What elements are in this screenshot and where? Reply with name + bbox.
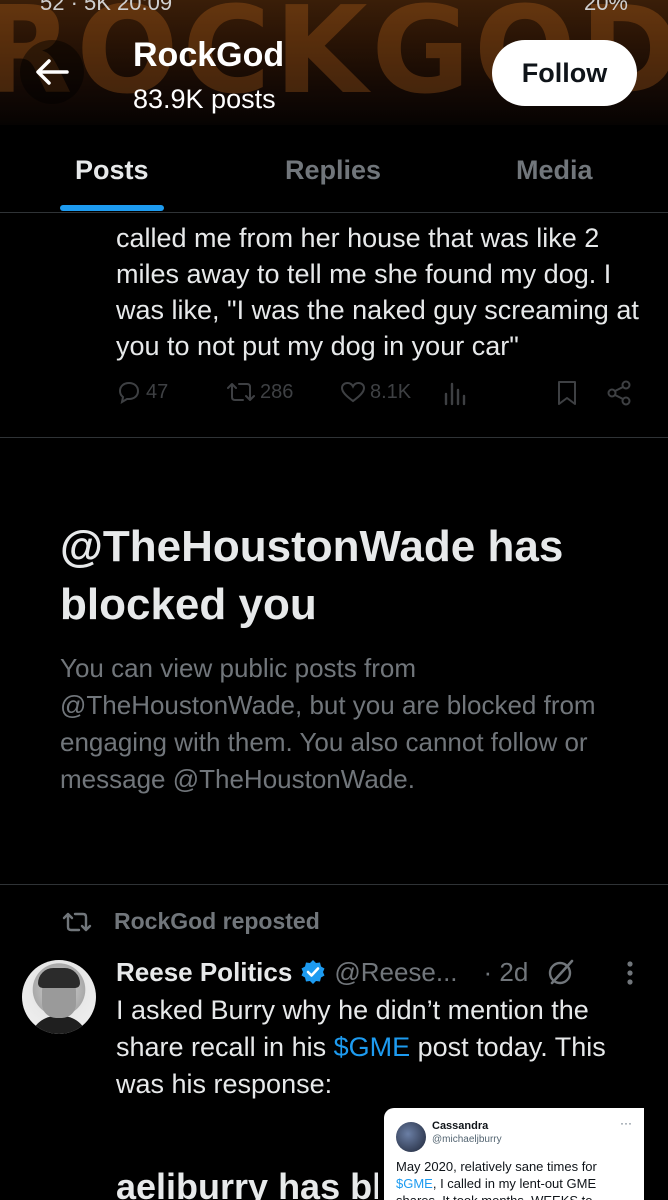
like-count: 8.1K	[370, 380, 412, 403]
repost-icon	[62, 912, 92, 931]
like-button[interactable]: 8.1K	[340, 380, 411, 404]
cashtag-link[interactable]: $GME	[334, 1032, 411, 1062]
blocked-description: You can view public posts from @TheHoust…	[60, 653, 596, 794]
reply-icon	[118, 381, 140, 404]
avatar-shirt	[30, 1016, 88, 1034]
tweet-text: called me from her house that was like 2…	[116, 223, 639, 361]
repost-icon	[227, 383, 255, 401]
post-count: 83.9K posts	[133, 84, 276, 114]
grok-icon[interactable]	[546, 957, 576, 987]
reply-count: 47	[146, 380, 169, 403]
reply-button[interactable]: 47	[116, 380, 168, 404]
bookmark-button[interactable]	[556, 380, 578, 406]
profile-header: ROCKGOD 52 · 5K 20:09 20% RockGod 83.9K …	[0, 0, 668, 125]
divider	[0, 437, 668, 438]
avatar[interactable]	[22, 960, 96, 1034]
profile-name: RockGod	[133, 36, 285, 74]
embedded-image[interactable]: Cassandra @michaeljburry ··· May 2020, r…	[384, 1108, 644, 1200]
embedded-avatar	[396, 1122, 426, 1152]
back-button[interactable]	[20, 40, 84, 104]
embedded-handle: @michaeljburry	[432, 1134, 502, 1145]
repost-indicator: RockGod reposted	[62, 908, 320, 935]
tab-replies[interactable]: Replies	[285, 155, 381, 186]
follow-button[interactable]: Follow	[492, 40, 637, 106]
author-name[interactable]: Reese Politics	[116, 957, 292, 988]
bookmark-icon	[558, 381, 576, 405]
tweet-actions: 47 286 8.1K	[0, 380, 668, 416]
status-bar-left: 52 · 5K 20:09	[40, 0, 173, 15]
status-bar: 52 · 5K 20:09 20%	[0, 0, 668, 15]
repost-count: 286	[260, 380, 294, 403]
author-row: Reese Politics @Reese... · 2d	[116, 954, 656, 990]
tab-media[interactable]: Media	[516, 155, 593, 186]
embedded-image-partial-text: aeliburry has bl	[116, 1166, 378, 1200]
embedded-name: Cassandra	[432, 1120, 489, 1132]
reposted-by-label[interactable]: RockGod reposted	[114, 908, 320, 935]
verified-badge-icon	[301, 960, 325, 984]
heart-icon	[340, 381, 366, 403]
embedded-more-icon: ···	[620, 1116, 632, 1130]
avatar-hair	[38, 968, 80, 988]
divider	[0, 884, 668, 885]
profile-tabs: Posts Replies Media	[0, 125, 668, 213]
embedded-cashtag: $GME	[396, 1176, 433, 1191]
status-bar-battery: 20%	[583, 0, 628, 15]
reposted-tweet-text: I asked Burry why he didn’t mention the …	[116, 992, 646, 1103]
share-icon	[607, 380, 631, 406]
embedded-text-part: May 2020, relatively sane times for	[396, 1159, 597, 1174]
views-icon	[444, 382, 466, 406]
arrow-left-icon	[36, 59, 69, 85]
active-tab-indicator	[60, 205, 164, 211]
author-handle[interactable]: @Reese...	[334, 957, 457, 988]
blocked-title: @TheHoustonWade has blocked you	[60, 522, 564, 629]
share-button[interactable]	[606, 380, 632, 406]
more-options-icon[interactable]	[620, 958, 640, 988]
embedded-text: May 2020, relatively sane times for $GME…	[396, 1158, 636, 1200]
repost-button[interactable]: 286	[226, 380, 293, 404]
views-button[interactable]	[442, 380, 468, 406]
tab-posts[interactable]: Posts	[75, 155, 149, 186]
post-time[interactable]: · 2d	[484, 957, 529, 988]
